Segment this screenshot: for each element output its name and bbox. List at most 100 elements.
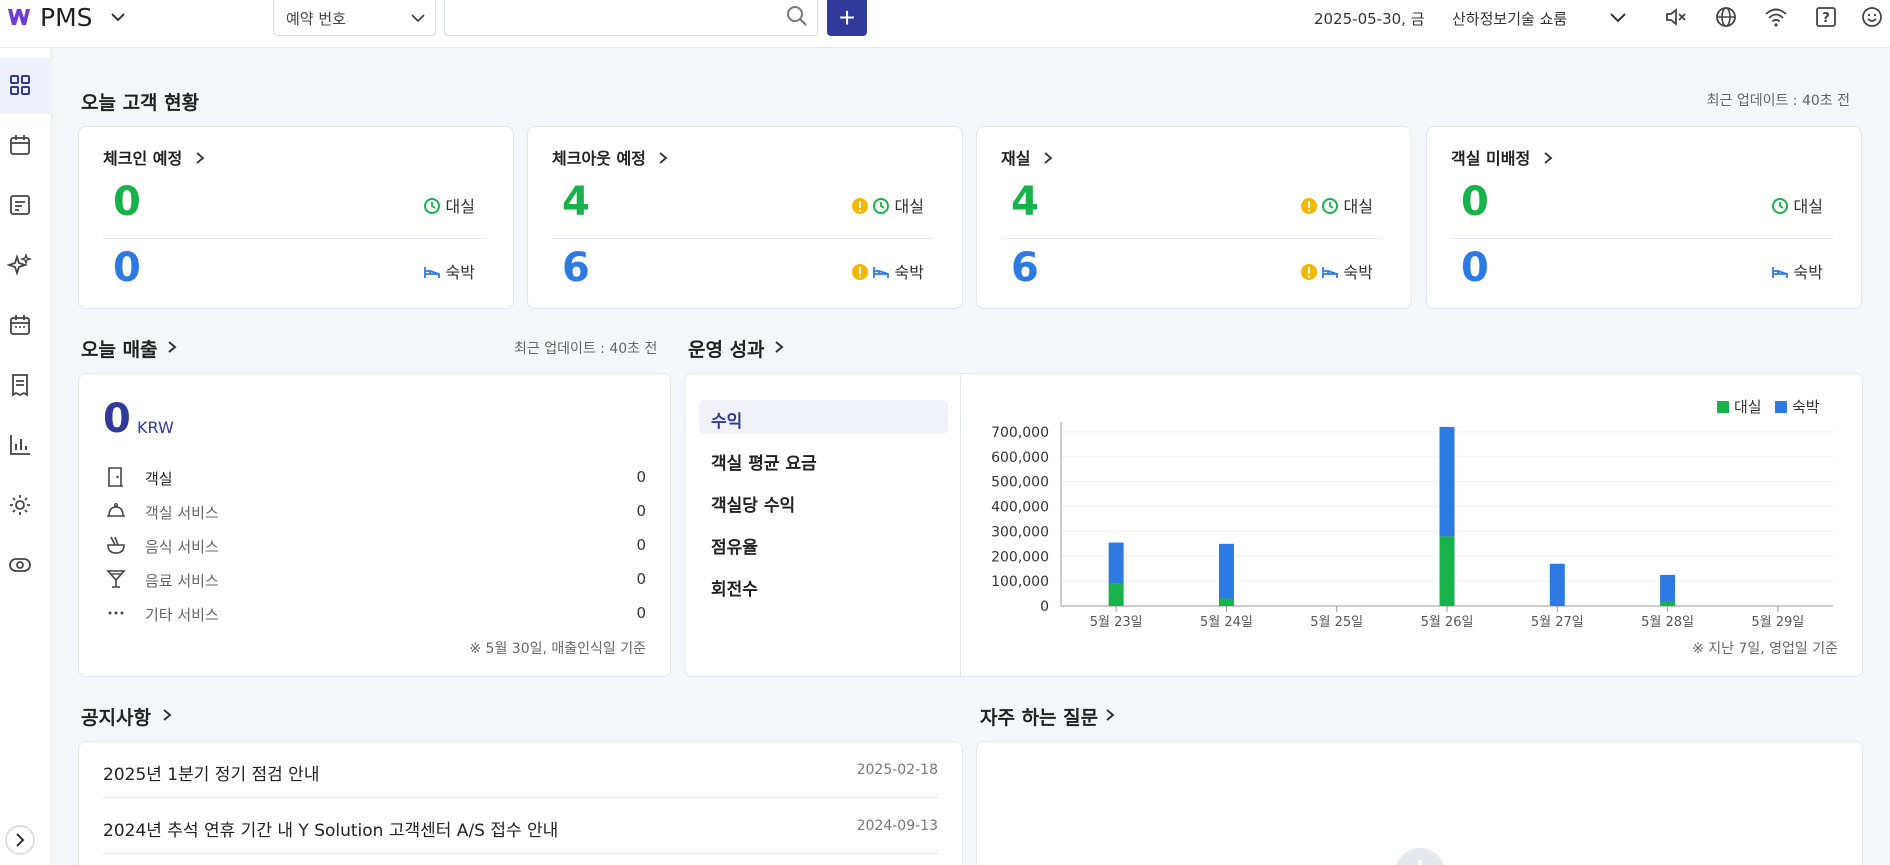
performance-menu-item[interactable]: 회전수 <box>711 575 758 600</box>
performance-menu-item[interactable]: 객실 평균 요금 <box>711 449 817 474</box>
performance-footnote: ※ 지난 7일, 영업일 기준 <box>1692 641 1838 657</box>
reservation-list-icon[interactable] <box>7 192 33 218</box>
chevron-right-icon[interactable] <box>1103 707 1117 723</box>
performance-menu-item[interactable]: 수익 <box>711 407 742 432</box>
stat-bottom-value: 0 <box>1461 245 1489 291</box>
schedule-icon[interactable] <box>7 312 33 338</box>
stat-divider <box>1001 238 1383 239</box>
y-tick-label: 700,000 <box>991 425 1049 441</box>
sidebar <box>0 48 52 865</box>
dashboard-icon[interactable] <box>7 72 33 98</box>
notice-date: 2024-09-13 <box>856 818 938 834</box>
calendar-icon[interactable] <box>7 132 33 158</box>
help-icon[interactable]: ? <box>1814 5 1838 29</box>
view-icon[interactable] <box>7 552 33 578</box>
statistics-icon[interactable] <box>7 432 33 458</box>
warning-icon <box>1300 264 1317 280</box>
door-icon <box>108 467 123 487</box>
drink-icon <box>106 570 126 588</box>
stat-bottom-label-text: 숙박 <box>894 263 924 282</box>
revenue-currency: KRW <box>137 418 174 437</box>
bar-segment <box>1660 601 1676 606</box>
revenue-row: 기타 서비스 0 <box>105 600 646 626</box>
revenue-row-value: 0 <box>636 502 646 520</box>
bar-segment <box>1549 563 1565 606</box>
stat-bottom-label-text: 숙박 <box>1343 263 1373 282</box>
faq-title[interactable]: 자주 하는 질문 <box>980 703 1098 730</box>
notice-title[interactable]: 2024년 추석 연휴 기간 내 Y Solution 고객센터 A/S 접수 … <box>103 816 558 841</box>
notices-card: 2025년 1분기 정기 점검 안내 2025-02-18 2024년 추석 연휴… <box>78 741 963 865</box>
chevron-right-icon[interactable] <box>772 339 786 355</box>
chevron-right-icon[interactable] <box>160 707 174 723</box>
search-type-value: 예약 번호 <box>286 10 346 28</box>
bar-segment <box>1108 542 1124 584</box>
y-tick-label: 600,000 <box>991 450 1049 466</box>
performance-card: 수익 객실 평균 요금 객실당 수익 점유율 회전수 0 100,000 200,000 30… <box>684 373 1863 677</box>
chevron-right-icon[interactable] <box>165 339 179 355</box>
stat-top-label: 대실 <box>851 193 924 217</box>
smile-icon[interactable] <box>1860 5 1884 29</box>
stat-bottom-value: 6 <box>1011 245 1039 291</box>
chevron-down-icon[interactable] <box>1608 9 1628 27</box>
bed-icon <box>872 267 889 278</box>
stat-bottom-label-text: 숙박 <box>1793 263 1823 282</box>
y-tick-label: 200,000 <box>991 549 1049 565</box>
revenue-row-label: 음료 서비스 <box>145 572 219 590</box>
clock-icon <box>1771 198 1788 214</box>
stat-card-title[interactable]: 체크아웃 예정 <box>552 145 669 169</box>
bar-segment <box>1439 426 1455 537</box>
x-tick-label: 5월 25일 <box>1310 615 1363 630</box>
brand-logo-icon[interactable] <box>6 4 32 30</box>
revenue-row-value: 0 <box>636 536 646 554</box>
revenue-title[interactable]: 오늘 매출 <box>81 335 158 362</box>
stat-card-title-text: 재실 <box>1001 149 1031 168</box>
search-icon[interactable] <box>786 5 808 27</box>
notice-item[interactable]: 2024년 추석 연휴 기간 내 Y Solution 고객센터 A/S 접수 … <box>103 798 938 854</box>
notice-title[interactable]: 2025년 1분기 정기 점검 안내 <box>103 760 319 785</box>
mute-icon[interactable] <box>1664 5 1688 29</box>
revenue-row: 객실 0 <box>105 464 646 490</box>
x-tick-label: 5월 28일 <box>1641 615 1694 630</box>
settings-icon[interactable] <box>7 492 33 518</box>
wifi-icon[interactable] <box>1764 5 1788 29</box>
search-input[interactable] <box>444 0 818 36</box>
chevron-down-icon <box>411 14 425 23</box>
bed-icon <box>423 267 440 278</box>
stat-card-title[interactable]: 재실 <box>1001 145 1054 169</box>
more-icon <box>108 611 124 615</box>
receipt-icon[interactable] <box>7 372 33 398</box>
clock-icon <box>872 198 889 214</box>
stat-top-label: 대실 <box>1300 193 1373 217</box>
revenue-row-label: 음식 서비스 <box>145 538 219 556</box>
room-service-icon <box>107 503 125 517</box>
y-tick-label: 400,000 <box>991 500 1049 516</box>
revenue-row-value: 0 <box>636 570 646 588</box>
performance-menu-item[interactable]: 객실당 수익 <box>711 491 795 516</box>
notice-item[interactable]: 2025년 1분기 정기 점검 안내 2025-02-18 <box>103 742 938 798</box>
revenue-row-label: 객실 <box>145 470 173 488</box>
bed-icon <box>1771 267 1788 278</box>
brand-name[interactable]: PMS <box>40 3 93 32</box>
search-type-select[interactable]: 예약 번호 <box>273 0 436 36</box>
stat-card-title[interactable]: 체크인 예정 <box>103 145 206 169</box>
cleaning-icon[interactable] <box>7 252 33 278</box>
clock-icon <box>423 198 440 214</box>
legend-label: 숙박 <box>1792 398 1820 416</box>
chevron-down-icon[interactable] <box>110 9 126 25</box>
revenue-updated: 최근 업데이트 : 40초 전 <box>514 341 658 357</box>
globe-icon[interactable] <box>1714 5 1738 29</box>
stat-bottom-label: 숙박 <box>1771 259 1823 283</box>
performance-title[interactable]: 운영 성과 <box>688 335 765 362</box>
x-tick-label: 5월 27일 <box>1531 615 1584 630</box>
bar-segment <box>1108 583 1124 606</box>
stat-card-title[interactable]: 객실 미배정 <box>1451 145 1554 169</box>
hotel-select[interactable]: 산하정보기술 쇼룸 <box>1452 8 1567 29</box>
bar-segment <box>1660 574 1676 602</box>
performance-menu-item[interactable]: 점유율 <box>711 533 758 558</box>
expand-sidebar-icon[interactable] <box>4 824 36 856</box>
x-tick-label: 5월 23일 <box>1090 615 1143 630</box>
stat-card-title-text: 체크아웃 예정 <box>552 149 646 168</box>
add-button[interactable]: + <box>827 0 867 36</box>
stat-bottom-label: 숙박 <box>851 259 924 283</box>
notices-title[interactable]: 공지사항 <box>81 703 151 730</box>
